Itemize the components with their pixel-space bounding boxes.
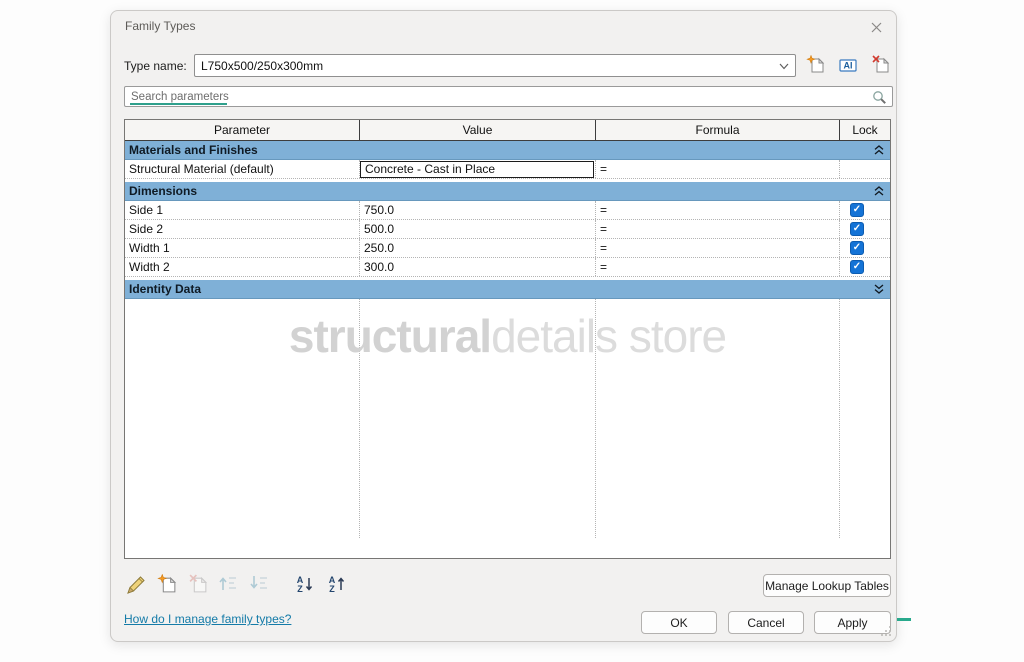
- param-value-cell[interactable]: Concrete - Cast in Place: [360, 160, 596, 178]
- search-parameters-field[interactable]: [124, 86, 893, 107]
- svg-text:AI: AI: [844, 61, 853, 71]
- col-header-formula: Formula: [596, 120, 840, 140]
- chevron-double-up-icon: [874, 145, 884, 155]
- screenshot-page: Family Types Type name: L750x500/250x300…: [0, 0, 1024, 662]
- table-row: Width 2 300.0 =: [125, 258, 890, 277]
- sort-descending-icon: A Z: [327, 574, 347, 594]
- param-lock-cell: [840, 239, 890, 257]
- edit-parameter-button[interactable]: [125, 574, 147, 596]
- table-body: Materials and Finishes Structural Materi…: [125, 141, 890, 558]
- rename-type-button[interactable]: AI: [838, 55, 858, 75]
- new-type-icon: [806, 55, 826, 75]
- section-header-identity-data[interactable]: Identity Data: [125, 280, 890, 299]
- type-name-value: L750x500/250x300mm: [201, 59, 323, 73]
- param-value-cell[interactable]: 250.0: [360, 239, 596, 257]
- delete-parameter-button[interactable]: [188, 574, 210, 596]
- new-parameter-icon: [157, 574, 178, 595]
- move-down-icon: [249, 574, 269, 592]
- cancel-button[interactable]: Cancel: [728, 611, 804, 634]
- param-lock-cell: [840, 201, 890, 219]
- close-icon: [871, 22, 882, 33]
- param-formula-cell[interactable]: =: [596, 160, 840, 178]
- sort-ascending-button[interactable]: A Z: [295, 574, 317, 596]
- delete-parameter-icon: [188, 574, 209, 595]
- ok-button[interactable]: OK: [641, 611, 717, 634]
- family-types-dialog: Family Types Type name: L750x500/250x300…: [110, 10, 897, 642]
- dialog-titlebar: Family Types: [111, 11, 896, 41]
- lock-checkbox[interactable]: [850, 260, 864, 274]
- param-value-cell[interactable]: 300.0: [360, 258, 596, 276]
- move-parameter-up-button[interactable]: [218, 574, 240, 596]
- close-button[interactable]: [866, 17, 886, 37]
- parameters-table: Parameter Value Formula Lock Materials a…: [124, 119, 891, 559]
- param-name-cell: Width 1: [125, 239, 360, 257]
- new-parameter-button[interactable]: [157, 574, 179, 596]
- table-row: Side 1 750.0 =: [125, 201, 890, 220]
- param-formula-cell[interactable]: =: [596, 239, 840, 257]
- col-header-parameter: Parameter: [125, 120, 360, 140]
- type-name-combobox[interactable]: L750x500/250x300mm: [194, 54, 796, 77]
- search-input[interactable]: [125, 87, 892, 106]
- search-icon: [872, 90, 887, 105]
- col-header-lock: Lock: [840, 120, 890, 140]
- manage-lookup-tables-button[interactable]: Manage Lookup Tables: [763, 574, 891, 597]
- param-formula-cell[interactable]: =: [596, 258, 840, 276]
- section-header-materials-and-finishes[interactable]: Materials and Finishes: [125, 141, 890, 160]
- lock-checkbox[interactable]: [850, 203, 864, 217]
- chevron-double-up-icon: [874, 186, 884, 196]
- param-lock-cell: [840, 258, 890, 276]
- section-title: Dimensions: [129, 184, 197, 198]
- param-name-cell: Structural Material (default): [125, 160, 360, 178]
- resize-grip-icon: [880, 625, 892, 637]
- chevron-down-icon: [779, 63, 789, 70]
- search-underline: [130, 103, 227, 105]
- empty-grid-area: [125, 299, 890, 538]
- param-name-cell: Width 2: [125, 258, 360, 276]
- param-value-cell[interactable]: 750.0: [360, 201, 596, 219]
- section-title: Materials and Finishes: [129, 143, 258, 157]
- sort-descending-button[interactable]: A Z: [327, 574, 349, 596]
- resize-grip[interactable]: [880, 625, 892, 637]
- column-divider: [839, 299, 840, 538]
- rename-type-icon: AI: [838, 55, 858, 75]
- table-row: Width 1 250.0 =: [125, 239, 890, 258]
- param-value-cell[interactable]: 500.0: [360, 220, 596, 238]
- move-parameter-down-button[interactable]: [249, 574, 271, 596]
- col-header-value: Value: [360, 120, 596, 140]
- accent-dash: [897, 618, 911, 621]
- svg-text:Z: Z: [297, 584, 303, 594]
- column-divider: [359, 299, 360, 538]
- param-formula-cell[interactable]: =: [596, 201, 840, 219]
- help-link[interactable]: How do I manage family types?: [124, 612, 291, 626]
- svg-text:Z: Z: [329, 584, 335, 594]
- delete-type-icon: [871, 55, 891, 75]
- new-type-button[interactable]: [806, 55, 826, 75]
- param-lock-cell: [840, 160, 890, 178]
- move-up-icon: [218, 574, 238, 592]
- sort-ascending-icon: A Z: [295, 574, 315, 594]
- section-header-dimensions[interactable]: Dimensions: [125, 182, 890, 201]
- param-formula-cell[interactable]: =: [596, 220, 840, 238]
- lock-checkbox[interactable]: [850, 241, 864, 255]
- dialog-title: Family Types: [125, 19, 195, 33]
- section-title: Identity Data: [129, 282, 201, 296]
- column-divider: [595, 299, 596, 538]
- type-name-label: Type name:: [124, 59, 187, 73]
- table-row: Side 2 500.0 =: [125, 220, 890, 239]
- param-name-cell: Side 2: [125, 220, 360, 238]
- lock-checkbox[interactable]: [850, 222, 864, 236]
- table-header-row: Parameter Value Formula Lock: [125, 120, 890, 141]
- pencil-icon: [125, 574, 147, 596]
- value-edit-box[interactable]: Concrete - Cast in Place: [360, 161, 594, 178]
- param-lock-cell: [840, 220, 890, 238]
- delete-type-button[interactable]: [871, 55, 891, 75]
- chevron-double-down-icon: [874, 284, 884, 294]
- param-name-cell: Side 1: [125, 201, 360, 219]
- table-row: Structural Material (default) Concrete -…: [125, 160, 890, 179]
